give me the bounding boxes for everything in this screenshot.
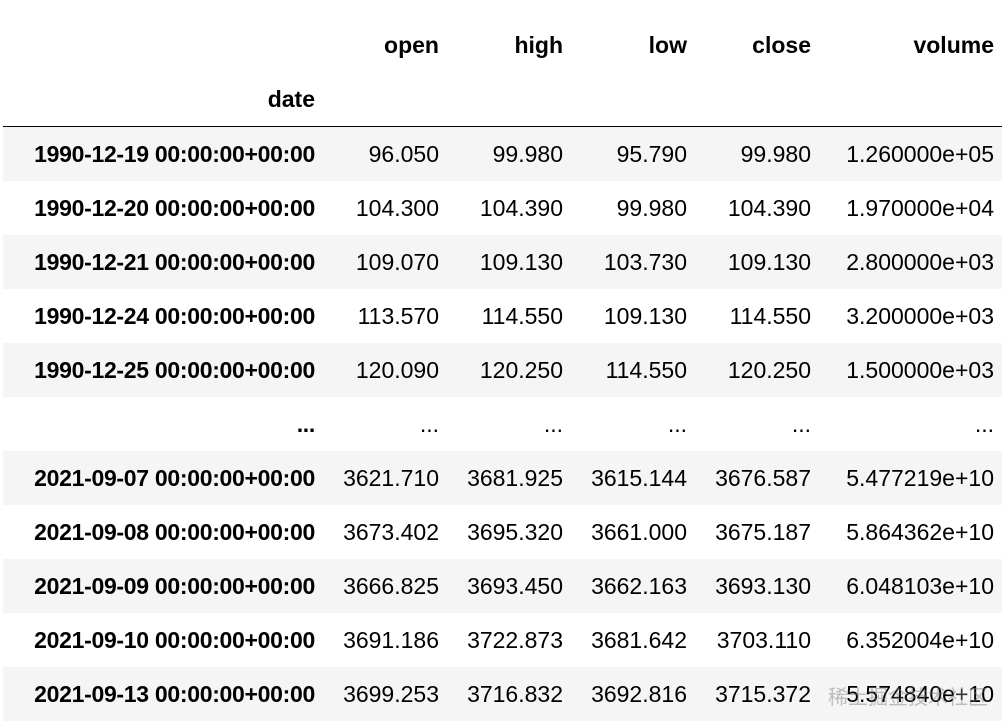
column-header-open: open [384,32,439,58]
index-name-header: date [3,72,323,127]
row-index-label: 2021-09-13 00:00:00+00:00 [34,681,315,707]
cell-low: 109.130 [603,303,687,329]
cell-high: 99.980 [492,141,563,167]
column-header-low: low [648,32,687,58]
row-index-label: 1990-12-20 00:00:00+00:00 [34,195,315,221]
cell-low: 95.790 [616,141,687,167]
table-row: .................. [3,397,1002,451]
row-index-label: 1990-12-21 00:00:00+00:00 [34,249,315,275]
table-row: 1990-12-25 00:00:00+00:00 120.090 120.250 1… [3,343,1002,397]
column-header-row: open high low close volume [3,18,1002,72]
row-index-label: 2021-09-08 00:00:00+00:00 [34,519,315,545]
cell-volume: 6.352004e+10 [846,627,994,653]
row-index-label: 2021-09-10 00:00:00+00:00 [34,627,315,653]
cell-open: 120.090 [355,357,439,383]
empty-header-cell [447,72,571,127]
cell-open: 96.050 [368,141,439,167]
cell-high: 109.130 [479,249,563,275]
index-name-row: date [3,72,1002,127]
cell-volume: 2.800000e+03 [846,249,994,275]
column-header-high: high [514,32,563,58]
table-header: open high low close volume date [3,18,1002,127]
cell-low: 3681.642 [591,627,687,653]
row-index-label: 1990-12-19 00:00:00+00:00 [34,141,315,167]
cell-volume: ... [974,411,994,437]
cell-high: 3681.925 [467,465,563,491]
cell-close: 120.250 [727,357,811,383]
cell-high: 3716.832 [467,681,563,707]
cell-volume: 6.048103e+10 [846,573,994,599]
column-header-close: close [752,32,811,58]
cell-low: 114.550 [605,357,687,383]
cell-close: 3676.587 [715,465,811,491]
cell-open: 3673.402 [343,519,439,545]
table-row: 1990-12-24 00:00:00+00:00 113.570 114.550 1… [3,289,1002,343]
cell-high: 3695.320 [467,519,563,545]
cell-low: 3662.163 [591,573,687,599]
empty-header-cell [323,72,447,127]
cell-volume: 5.864362e+10 [846,519,994,545]
cell-high: 114.550 [481,303,563,329]
watermark-text: 稀土掘金技术社区 [828,687,988,709]
empty-header-cell [571,72,695,127]
cell-open: 113.570 [357,303,439,329]
row-index-label: 2021-09-07 00:00:00+00:00 [34,465,315,491]
cell-open: 3699.253 [343,681,439,707]
cell-open: ... [419,411,439,437]
cell-open: 104.300 [355,195,439,221]
empty-header-cell [819,72,1002,127]
cell-low: 3615.144 [591,465,687,491]
table-body: 1990-12-19 00:00:00+00:00 96.050 99.980 95.… [3,126,1002,721]
cell-open: 3621.710 [343,465,439,491]
row-index-label: 1990-12-25 00:00:00+00:00 [34,357,315,383]
cell-low: 99.980 [616,195,687,221]
cell-close: 109.130 [727,249,811,275]
empty-header-cell [695,72,819,127]
dataframe-table: open high low close volume date 1990-12-… [3,18,1002,721]
cell-high: ... [543,411,563,437]
corner-cell [3,18,323,72]
table-row: 1990-12-20 00:00:00+00:00 104.300 104.390 9… [3,181,1002,235]
cell-volume: 5.477219e+10 [846,465,994,491]
cell-high: 120.250 [479,357,563,383]
table-row: 1990-12-19 00:00:00+00:00 96.050 99.980 95.… [3,126,1002,181]
cell-low: ... [667,411,687,437]
cell-close: 3693.130 [715,573,811,599]
cell-close: 3675.187 [715,519,811,545]
cell-low: 3692.816 [591,681,687,707]
row-index-label: ... [296,411,316,437]
table-row: 2021-09-07 00:00:00+00:00 3621.710 3681.92… [3,451,1002,505]
cell-close: 114.550 [729,303,811,329]
cell-low: 103.730 [603,249,687,275]
cell-volume: 3.200000e+03 [846,303,994,329]
cell-open: 3691.186 [343,627,439,653]
cell-volume: 1.500000e+03 [846,357,994,383]
column-header-volume: volume [913,32,994,58]
cell-high: 3693.450 [467,573,563,599]
cell-open: 109.070 [355,249,439,275]
table-row: 1990-12-21 00:00:00+00:00 109.070 109.130 1… [3,235,1002,289]
cell-low: 3661.000 [591,519,687,545]
cell-open: 3666.825 [343,573,439,599]
cell-volume: 1.260000e+05 [846,141,994,167]
cell-high: 3722.873 [467,627,563,653]
cell-close: ... [791,411,811,437]
cell-close: 3703.110 [716,627,811,653]
table-row: 2021-09-09 00:00:00+00:00 3666.825 3693.45… [3,559,1002,613]
table-row: 2021-09-08 00:00:00+00:00 3673.402 3695.32… [3,505,1002,559]
row-index-label: 2021-09-09 00:00:00+00:00 [34,573,315,599]
cell-close: 3715.372 [715,681,811,707]
cell-close: 104.390 [727,195,811,221]
cell-close: 99.980 [740,141,811,167]
cell-high: 104.390 [479,195,563,221]
table-row: 2021-09-10 00:00:00+00:00 3691.186 3722.87… [3,613,1002,667]
row-index-label: 1990-12-24 00:00:00+00:00 [34,303,315,329]
cell-volume: 1.970000e+04 [846,195,994,221]
